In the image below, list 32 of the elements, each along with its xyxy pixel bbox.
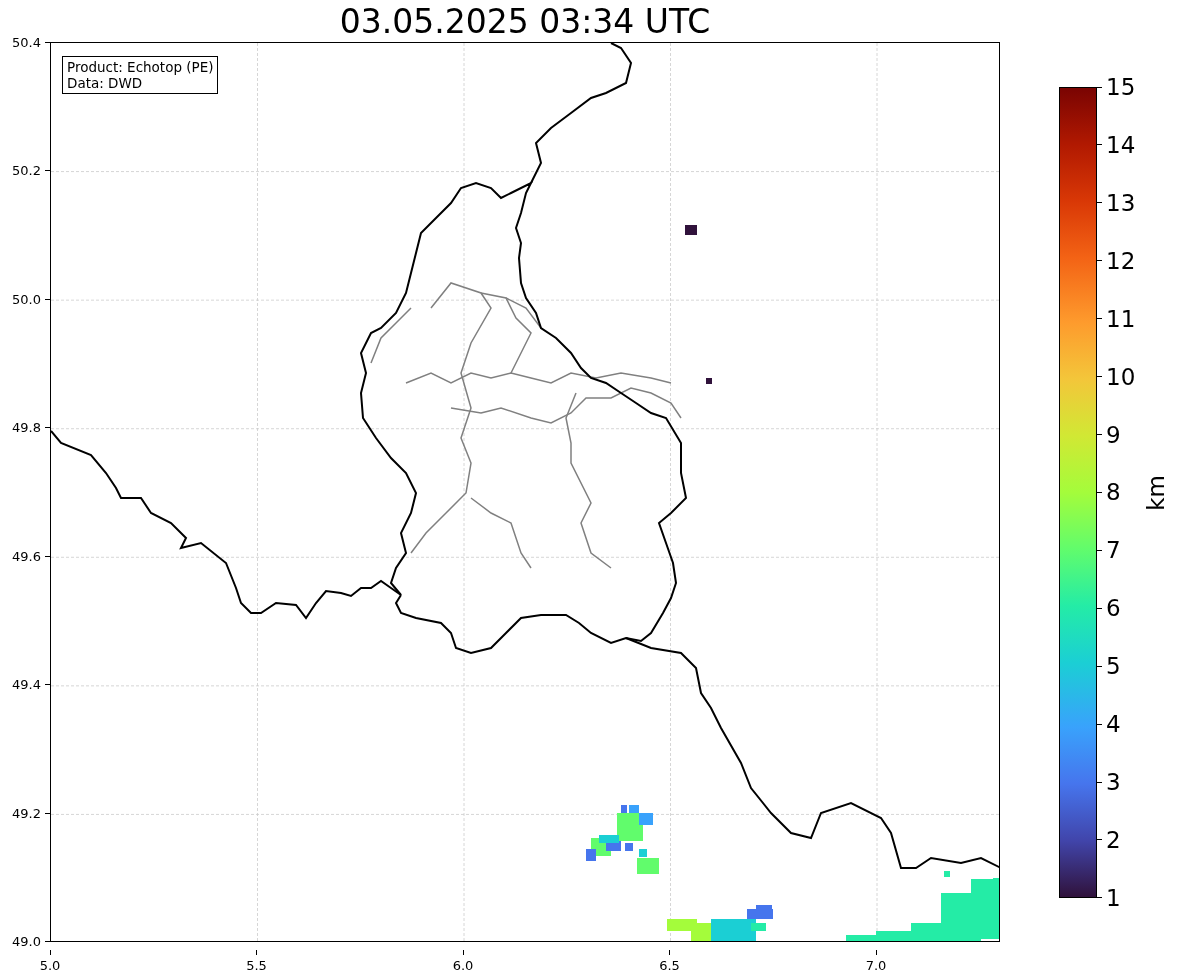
colorbar-label: 6: [1106, 595, 1121, 622]
colorbar-label: 10: [1106, 363, 1136, 390]
colorbar-label: 9: [1106, 421, 1121, 448]
colorbar-label: 12: [1106, 247, 1136, 274]
y-axis-label: 49.2: [12, 805, 41, 821]
info-text: Product: Echotop (PE): [67, 59, 214, 75]
colorbar-label: 14: [1106, 131, 1136, 158]
colorbar-label: 7: [1106, 537, 1121, 564]
x-axis-label: 6.5: [659, 958, 680, 973]
colorbar-label: 5: [1106, 653, 1121, 680]
colorbar-label: 3: [1106, 769, 1121, 796]
colorbar-label: 13: [1106, 189, 1136, 216]
y-axis-label: 49.8: [12, 420, 41, 436]
y-axis-label: 49.0: [12, 934, 41, 950]
y-axis-label: 50.0: [12, 291, 41, 307]
chart-title: 03.05.2025 03:34 UTC: [338, 1, 712, 42]
info-text: Data: DWD: [67, 75, 144, 91]
colorbar-title: km: [1143, 474, 1170, 511]
colorbar-label: 8: [1106, 479, 1121, 506]
y-axis-label: 50.4: [12, 34, 41, 50]
x-axis-label: 5.0: [39, 958, 61, 973]
y-axis-label: 49.4: [12, 677, 41, 693]
x-axis-label: 5.5: [246, 958, 267, 973]
x-axis-label: 7.0: [865, 958, 887, 973]
colorbar-label: 11: [1106, 305, 1136, 332]
colorbar-label: 4: [1106, 711, 1121, 738]
y-axis-label: 49.6: [12, 548, 41, 564]
colorbar-label: 1: [1106, 884, 1121, 911]
colorbar-label: 15: [1106, 74, 1136, 100]
colorbar-label: 2: [1106, 827, 1121, 853]
x-axis-label: 6.0: [452, 958, 474, 973]
y-axis-label: 50.2: [12, 163, 41, 179]
